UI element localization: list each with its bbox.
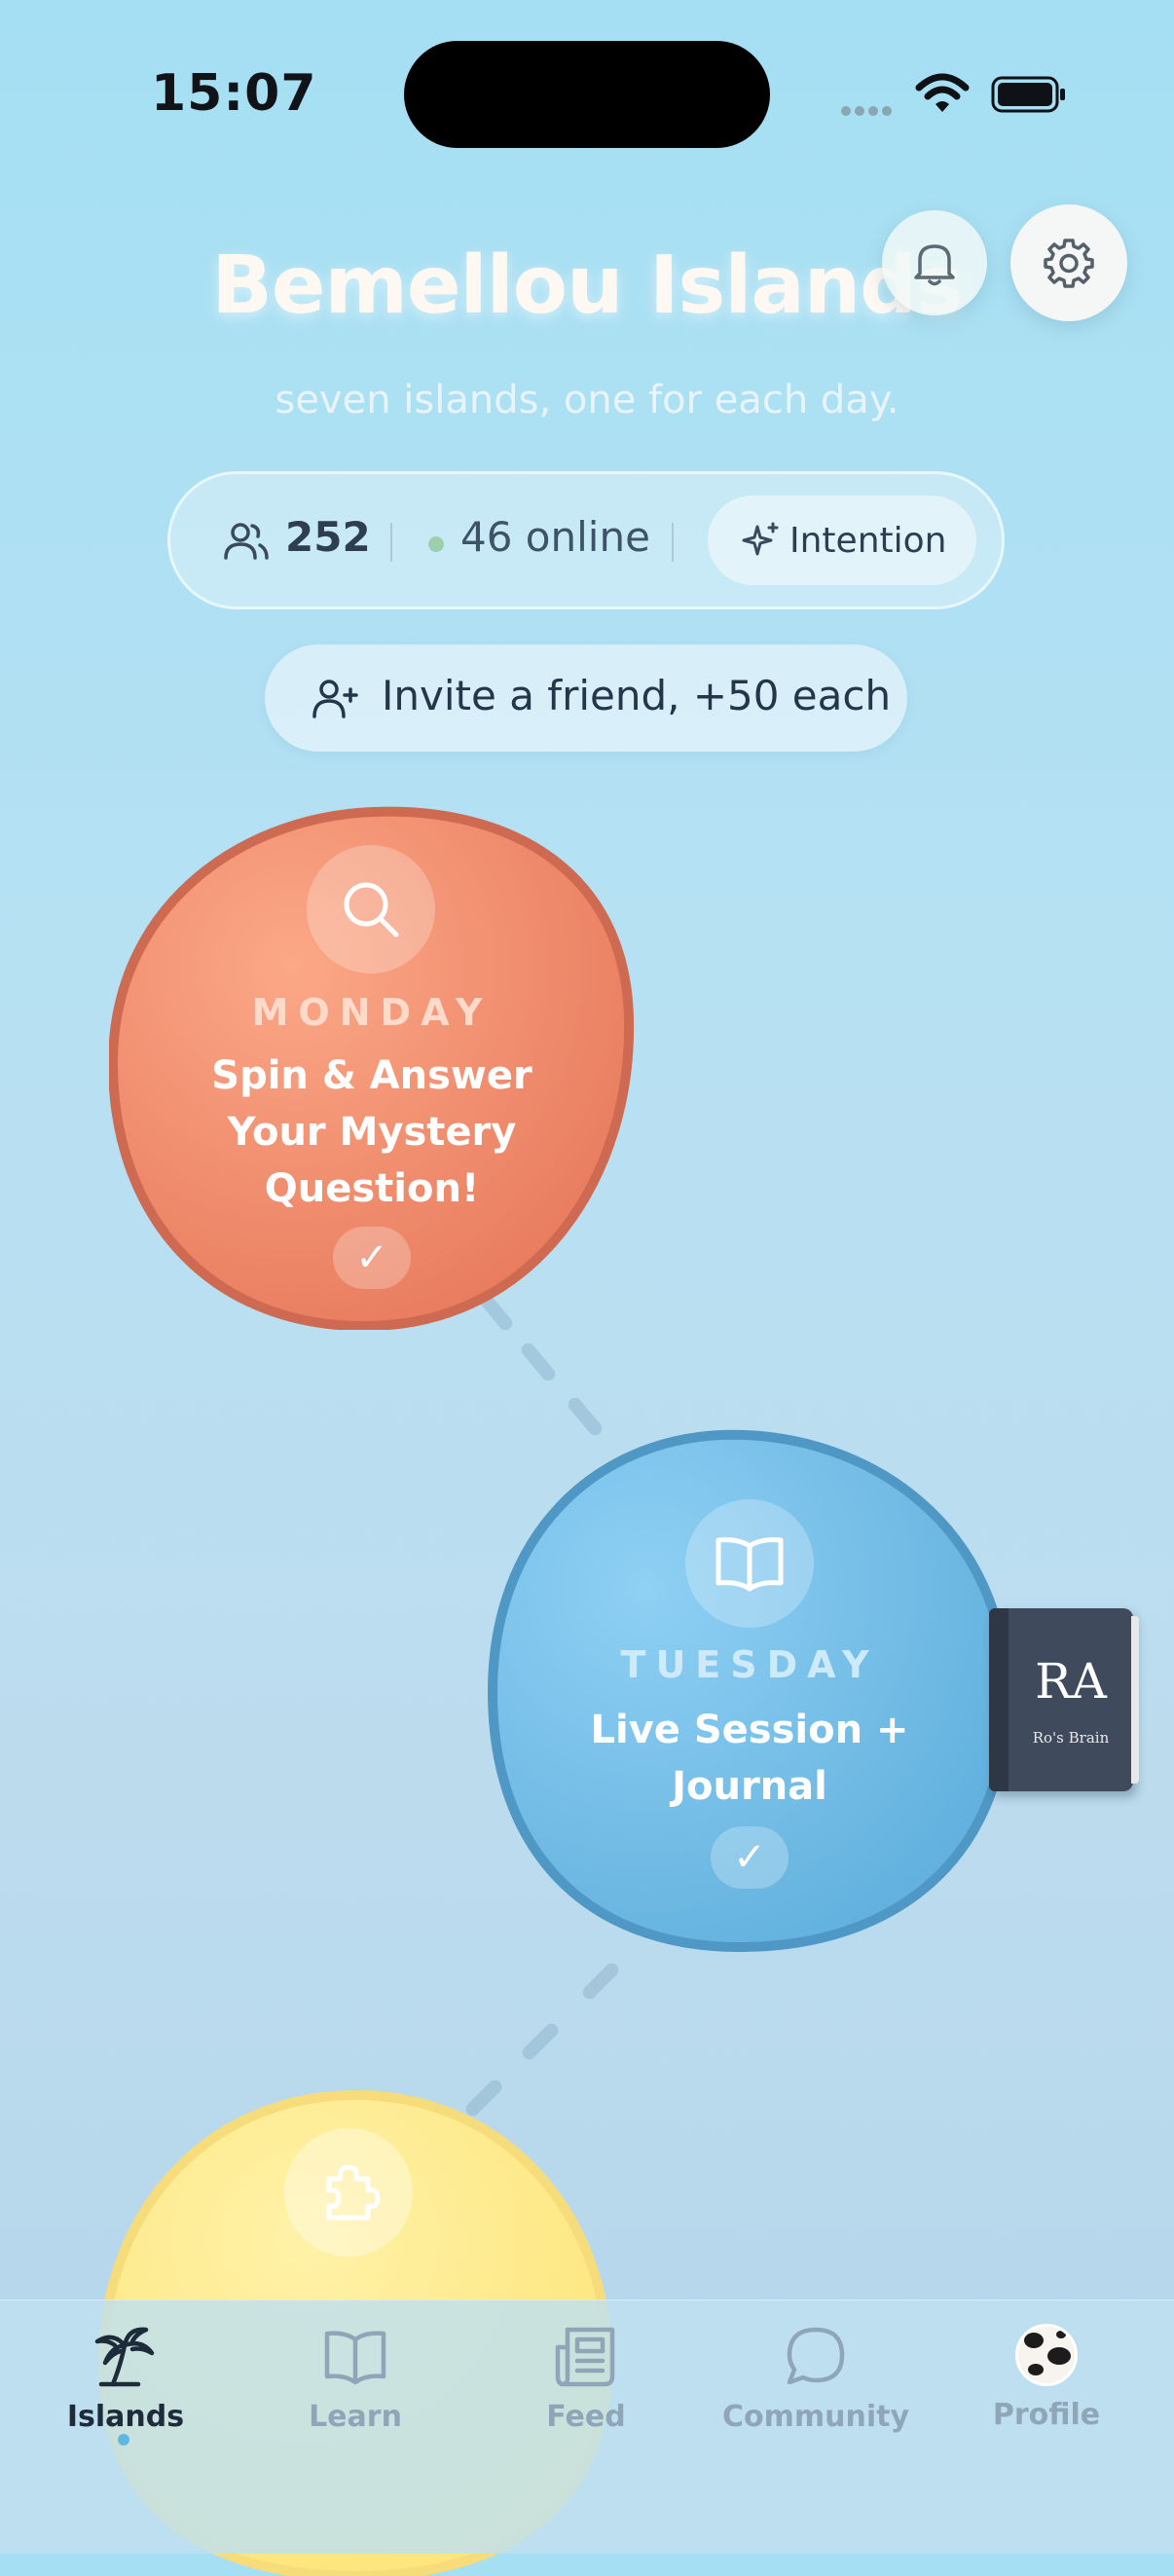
intention-button[interactable]: Intention (708, 496, 976, 585)
battery-icon (991, 76, 1065, 113)
avatar (1015, 2324, 1078, 2386)
book-subtitle: Ro's Brain (1032, 1729, 1110, 1747)
community-stats-bar: 252 46 online Intention (167, 471, 1005, 609)
completed-check-icon: ✓ (333, 1227, 411, 1289)
sparkles-icon (742, 522, 779, 556)
notifications-button[interactable] (882, 210, 987, 315)
bell-icon (914, 244, 955, 286)
invite-friend-button[interactable]: Invite a friend, +50 each (265, 644, 907, 752)
users-icon (224, 523, 269, 560)
activity-line: Live Session + (590, 1708, 909, 1752)
tab-label: Feed (546, 2400, 626, 2434)
book-open-icon (715, 1537, 784, 1592)
tab-label: Community (721, 2400, 910, 2434)
tab-feed[interactable]: Feed (489, 2322, 683, 2434)
tab-learn[interactable]: Learn (258, 2322, 453, 2434)
palm-tree-icon (94, 2327, 155, 2387)
activity-line: Spin & Answer (211, 1053, 532, 1098)
page-title: Bemellou Islands (211, 239, 963, 332)
tab-label: Islands (66, 2400, 185, 2434)
search-icon (344, 882, 399, 938)
settings-button[interactable] (1010, 204, 1127, 321)
divider (390, 523, 392, 562)
tab-islands[interactable]: Islands (28, 2322, 223, 2434)
divider (672, 523, 674, 562)
activity-line: Question! (264, 1166, 480, 1211)
gear-icon (1044, 239, 1094, 288)
intention-label: Intention (789, 521, 947, 561)
path-dash (579, 1960, 622, 2003)
status-time: 15:07 (151, 64, 317, 123)
island-icon-badge (284, 2128, 413, 2257)
activity-line: Journal (672, 1764, 827, 1809)
dynamic-island (404, 41, 770, 148)
user-plus-icon (312, 680, 358, 718)
island-icon-badge (307, 845, 435, 974)
wifi-icon (915, 73, 970, 112)
activity-line: Your Mystery (227, 1110, 517, 1155)
island-day: TUESDAY (620, 1643, 879, 1686)
island-monday[interactable]: MONDAY Spin & Answer Your Mystery Questi… (109, 804, 635, 1330)
journal-book[interactable]: RA Ro's Brain (989, 1608, 1139, 1791)
active-tab-indicator (118, 2434, 129, 2446)
completed-check-icon: ✓ (711, 1826, 789, 1889)
invite-label: Invite a friend, +50 each (382, 672, 892, 719)
island-tuesday[interactable]: TUESDAY Live Session + Journal ✓ (487, 1429, 1012, 1955)
newspaper-icon (555, 2327, 615, 2387)
member-count: 252 (285, 513, 371, 561)
path-dash (518, 1340, 559, 1384)
cellular-signal-icon (841, 101, 901, 116)
island-activity: Spin & Answer Your Mystery Question! (109, 1048, 635, 1217)
island-icon-badge (685, 1499, 814, 1628)
tab-community[interactable]: Community (718, 2322, 913, 2434)
book-initials: RA (1035, 1653, 1107, 1710)
tab-label: Learn (309, 2400, 402, 2434)
online-count: 46 online (460, 513, 650, 561)
page-subtitle: seven islands, one for each day. (275, 378, 899, 423)
puzzle-icon (326, 2164, 381, 2221)
tab-bar: Islands Learn Feed Community Profile (0, 2300, 1174, 2554)
tab-label: Profile (992, 2398, 1101, 2432)
tab-profile[interactable]: Profile (949, 2322, 1144, 2432)
cow-pattern-icon (1024, 2331, 1071, 2375)
island-activity: Live Session + Journal (487, 1702, 1012, 1815)
island-day: MONDAY (251, 991, 493, 1034)
chat-bubble-icon (787, 2327, 845, 2385)
book-spine (989, 1608, 1009, 1791)
path-dash (519, 2020, 562, 2063)
online-status-dot (428, 536, 444, 552)
book-open-icon (324, 2331, 386, 2385)
